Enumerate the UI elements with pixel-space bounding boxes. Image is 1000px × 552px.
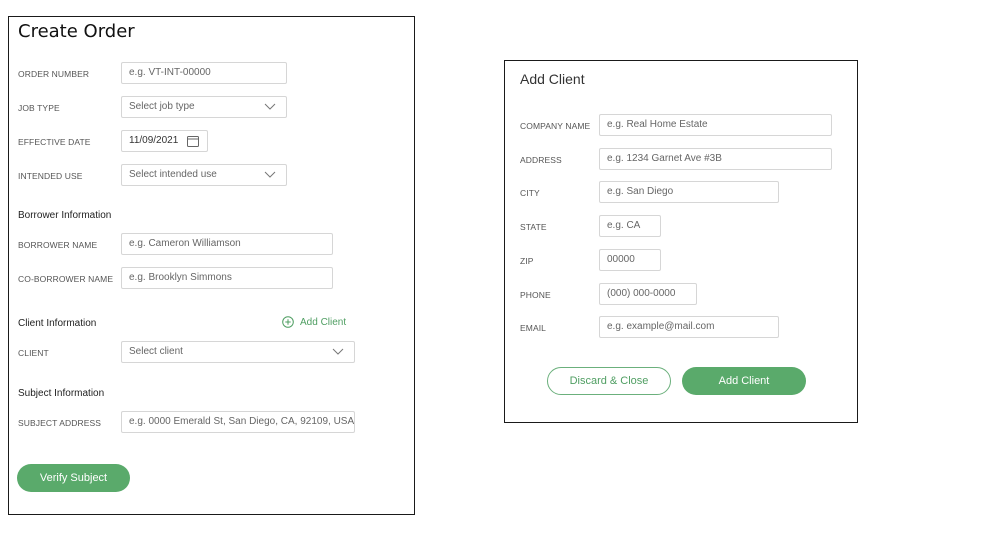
calendar-icon[interactable] (187, 135, 199, 147)
state-input[interactable]: e.g. CA (599, 215, 661, 237)
subject-address-label: SUBJECT ADDRESS (18, 418, 102, 428)
email-label: EMAIL (520, 323, 547, 333)
address-input[interactable]: e.g. 1234 Garnet Ave #3B (599, 148, 832, 170)
phone-input[interactable]: (000) 000-0000 (599, 283, 697, 305)
subject-address-input[interactable]: e.g. 0000 Emerald St, San Diego, CA, 921… (121, 411, 355, 433)
job-type-label: JOB TYPE (18, 103, 60, 113)
create-order-panel: Create Order ORDER NUMBER e.g. VT-INT-00… (8, 16, 415, 515)
client-label: CLIENT (18, 348, 49, 358)
client-placeholder: Select client (129, 346, 183, 357)
add-client-link-label: Add Client (300, 316, 347, 328)
add-client-link[interactable]: Add Client (282, 316, 346, 328)
co-borrower-name-input[interactable]: e.g. Brooklyn Simmons (121, 267, 333, 289)
subject-address-placeholder: e.g. 0000 Emerald St, San Diego, CA, 921… (129, 416, 355, 427)
city-label: CITY (520, 188, 540, 198)
address-label: ADDRESS (520, 155, 562, 165)
address-placeholder: e.g. 1234 Garnet Ave #3B (607, 153, 722, 164)
borrower-section-heading: Borrower Information (18, 210, 112, 221)
intended-use-placeholder: Select intended use (129, 169, 217, 180)
job-type-select[interactable]: Select job type (121, 96, 287, 118)
plus-circle-icon (282, 316, 294, 328)
borrower-name-placeholder: e.g. Cameron Williamson (129, 238, 241, 249)
chevron-down-icon (264, 103, 276, 110)
client-select[interactable]: Select client (121, 341, 355, 363)
email-input[interactable]: e.g. example@mail.com (599, 316, 779, 338)
phone-label: PHONE (520, 290, 551, 300)
intended-use-select[interactable]: Select intended use (121, 164, 287, 186)
job-type-placeholder: Select job type (129, 101, 195, 112)
state-placeholder: e.g. CA (607, 220, 641, 231)
co-borrower-name-placeholder: e.g. Brooklyn Simmons (129, 272, 232, 283)
client-section-heading: Client Information (18, 318, 97, 329)
city-placeholder: e.g. San Diego (607, 186, 674, 197)
add-client-title: Add Client (520, 71, 585, 87)
chevron-down-icon (264, 171, 276, 178)
create-order-title: Create Order (18, 21, 135, 42)
company-name-input[interactable]: e.g. Real Home Estate (599, 114, 832, 136)
zip-placeholder: 00000 (607, 254, 635, 265)
email-placeholder: e.g. example@mail.com (607, 321, 715, 332)
effective-date-value: 11/09/2021 (129, 135, 179, 146)
zip-label: ZIP (520, 256, 534, 266)
order-number-label: ORDER NUMBER (18, 69, 90, 79)
phone-placeholder: (000) 000-0000 (607, 288, 676, 299)
co-borrower-name-label: CO-BORROWER NAME (18, 274, 114, 284)
borrower-name-label: BORROWER NAME (18, 240, 98, 250)
effective-date-label: EFFECTIVE DATE (18, 137, 91, 147)
add-client-panel: Add Client COMPANY NAME e.g. Real Home E… (504, 60, 858, 423)
company-name-label: COMPANY NAME (520, 121, 591, 131)
effective-date-input[interactable]: 11/09/2021 (121, 130, 208, 152)
add-client-button[interactable]: Add Client (682, 367, 806, 395)
chevron-down-icon (332, 348, 344, 355)
company-name-placeholder: e.g. Real Home Estate (607, 119, 708, 130)
intended-use-label: INTENDED USE (18, 171, 83, 181)
order-number-input[interactable]: e.g. VT-INT-00000 (121, 62, 287, 84)
borrower-name-input[interactable]: e.g. Cameron Williamson (121, 233, 333, 255)
state-label: STATE (520, 222, 547, 232)
order-number-placeholder: e.g. VT-INT-00000 (129, 67, 211, 78)
zip-input[interactable]: 00000 (599, 249, 661, 271)
city-input[interactable]: e.g. San Diego (599, 181, 779, 203)
discard-close-button[interactable]: Discard & Close (547, 367, 671, 395)
subject-section-heading: Subject Information (18, 388, 105, 399)
verify-subject-button[interactable]: Verify Subject (17, 464, 130, 492)
